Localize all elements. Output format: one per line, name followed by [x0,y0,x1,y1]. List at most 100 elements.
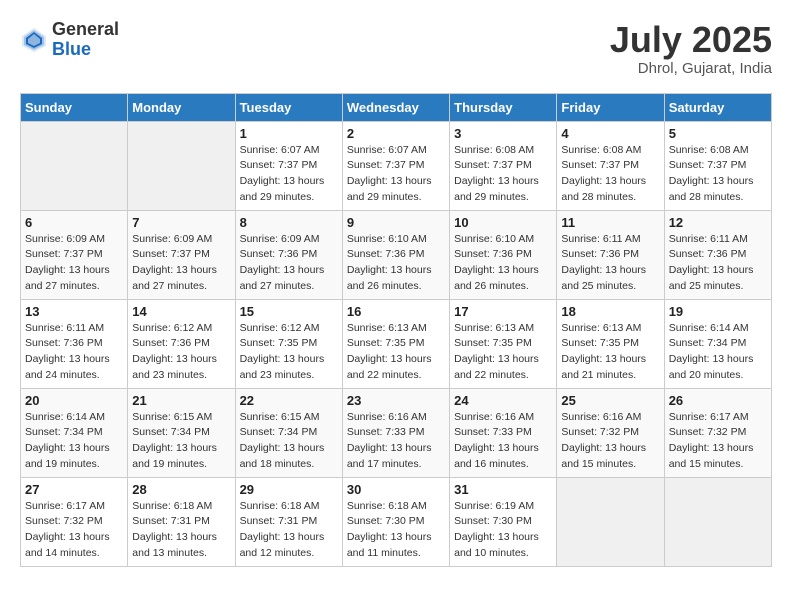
location: Dhrol, Gujarat, India [610,60,772,77]
page-header: General Blue July 2025 Dhrol, Gujarat, I… [20,20,772,77]
day-number: 20 [25,393,123,408]
day-number: 3 [454,126,552,141]
title-area: July 2025 Dhrol, Gujarat, India [610,20,772,77]
calendar-cell [557,477,664,566]
day-number: 13 [25,304,123,319]
calendar-cell: 19Sunrise: 6:14 AMSunset: 7:34 PMDayligh… [664,299,771,388]
day-number: 18 [561,304,659,319]
weekday-header-tuesday: Tuesday [235,93,342,121]
day-number: 4 [561,126,659,141]
day-info: Sunrise: 6:14 AMSunset: 7:34 PMDaylight:… [25,410,123,473]
logo-text-block: General Blue [52,20,119,60]
calendar-cell: 16 Sunrise: 6:13 AMSunset: 7:35 PMDayligh… [342,299,449,388]
day-number: 14 [132,304,230,319]
calendar-week-5: 27 Sunrise: 6:17 AMSunset: 7:32 PMDayligh… [21,477,772,566]
calendar-cell: 13 Sunrise: 6:11 AMSunset: 7:36 PMDayligh… [21,299,128,388]
day-number: 21 [132,393,230,408]
day-number: 27 [25,482,123,497]
day-number: 25 [561,393,659,408]
calendar-cell: 15 Sunrise: 6:12 AMSunset: 7:35 PMDayligh… [235,299,342,388]
day-number: 9 [347,215,445,230]
day-number: 22 [240,393,338,408]
logo-general: General [52,20,119,40]
calendar-cell: 17 Sunrise: 6:13 AMSunset: 7:35 PMDayligh… [450,299,557,388]
calendar-cell: 18Sunrise: 6:13 AMSunset: 7:35 PMDayligh… [557,299,664,388]
calendar-cell: 10 Sunrise: 6:10 AMSunset: 7:36 PMDayligh… [450,210,557,299]
calendar-cell: 4 Sunrise: 6:08 AMSunset: 7:37 PMDaylight… [557,121,664,210]
day-number: 15 [240,304,338,319]
day-number: 24 [454,393,552,408]
day-number: 11 [561,215,659,230]
calendar-cell: 24 Sunrise: 6:16 AMSunset: 7:33 PMDayligh… [450,388,557,477]
day-number: 1 [240,126,338,141]
logo-blue: Blue [52,40,119,60]
day-info: Sunrise: 6:12 AMSunset: 7:35 PMDaylight:… [240,321,338,384]
weekday-header-wednesday: Wednesday [342,93,449,121]
calendar-cell: 6 Sunrise: 6:09 AMSunset: 7:37 PMDaylight… [21,210,128,299]
calendar-cell: 30 Sunrise: 6:18 AMSunset: 7:30 PMDayligh… [342,477,449,566]
day-info: Sunrise: 6:15 AMSunset: 7:34 PMDaylight:… [240,410,338,473]
day-info: Sunrise: 6:12 AMSunset: 7:36 PMDaylight:… [132,321,230,384]
day-number: 19 [669,304,767,319]
day-info: Sunrise: 6:18 AMSunset: 7:31 PMDaylight:… [240,499,338,562]
calendar-cell: 12 Sunrise: 6:11 AMSunset: 7:36 PMDayligh… [664,210,771,299]
day-number: 28 [132,482,230,497]
day-info: Sunrise: 6:16 AMSunset: 7:33 PMDaylight:… [454,410,552,473]
day-info: Sunrise: 6:08 AMSunset: 7:37 PMDaylight:… [669,143,767,206]
day-info: Sunrise: 6:18 AMSunset: 7:30 PMDaylight:… [347,499,445,562]
calendar-cell [664,477,771,566]
day-info: Sunrise: 6:09 AMSunset: 7:37 PMDaylight:… [25,232,123,295]
logo-icon [20,26,48,54]
day-info: Sunrise: 6:10 AMSunset: 7:36 PMDaylight:… [454,232,552,295]
day-info: Sunrise: 6:07 AMSunset: 7:37 PMDaylight:… [240,143,338,206]
day-info: Sunrise: 6:08 AMSunset: 7:37 PMDaylight:… [561,143,659,206]
day-info: Sunrise: 6:09 AMSunset: 7:37 PMDaylight:… [132,232,230,295]
day-number: 17 [454,304,552,319]
calendar-cell: 8 Sunrise: 6:09 AMSunset: 7:36 PMDaylight… [235,210,342,299]
day-number: 5 [669,126,767,141]
calendar-cell: 1 Sunrise: 6:07 AMSunset: 7:37 PMDaylight… [235,121,342,210]
day-number: 2 [347,126,445,141]
weekday-header-sunday: Sunday [21,93,128,121]
day-number: 26 [669,393,767,408]
calendar-cell: 25Sunrise: 6:16 AMSunset: 7:32 PMDayligh… [557,388,664,477]
calendar-cell: 7 Sunrise: 6:09 AMSunset: 7:37 PMDaylight… [128,210,235,299]
calendar-cell: 27 Sunrise: 6:17 AMSunset: 7:32 PMDayligh… [21,477,128,566]
weekday-header-saturday: Saturday [664,93,771,121]
day-number: 12 [669,215,767,230]
day-number: 7 [132,215,230,230]
day-number: 30 [347,482,445,497]
day-info: Sunrise: 6:11 AMSunset: 7:36 PMDaylight:… [25,321,123,384]
calendar-cell [21,121,128,210]
day-number: 6 [25,215,123,230]
day-number: 8 [240,215,338,230]
day-info: Sunrise: 6:17 AMSunset: 7:32 PMDaylight:… [25,499,123,562]
day-info: Sunrise: 6:11 AMSunset: 7:36 PMDaylight:… [669,232,767,295]
weekday-header-thursday: Thursday [450,93,557,121]
calendar-cell: 28 Sunrise: 6:18 AMSunset: 7:31 PMDayligh… [128,477,235,566]
weekday-header-monday: Monday [128,93,235,121]
calendar-cell: 11 Sunrise: 6:11 AMSunset: 7:36 PMDayligh… [557,210,664,299]
day-info: Sunrise: 6:13 AMSunset: 7:35 PMDaylight:… [454,321,552,384]
day-number: 23 [347,393,445,408]
month-title: July 2025 [610,20,772,60]
calendar-cell: 5 Sunrise: 6:08 AMSunset: 7:37 PMDaylight… [664,121,771,210]
day-info: Sunrise: 6:09 AMSunset: 7:36 PMDaylight:… [240,232,338,295]
calendar-week-1: 1 Sunrise: 6:07 AMSunset: 7:37 PMDaylight… [21,121,772,210]
day-info: Sunrise: 6:18 AMSunset: 7:31 PMDaylight:… [132,499,230,562]
calendar-cell: 26Sunrise: 6:17 AMSunset: 7:32 PMDayligh… [664,388,771,477]
day-info: Sunrise: 6:11 AMSunset: 7:36 PMDaylight:… [561,232,659,295]
day-number: 10 [454,215,552,230]
day-info: Sunrise: 6:07 AMSunset: 7:37 PMDaylight:… [347,143,445,206]
calendar-week-3: 13 Sunrise: 6:11 AMSunset: 7:36 PMDayligh… [21,299,772,388]
calendar-cell: 3Sunrise: 6:08 AMSunset: 7:37 PMDaylight… [450,121,557,210]
weekday-header-friday: Friday [557,93,664,121]
day-info: Sunrise: 6:19 AMSunset: 7:30 PMDaylight:… [454,499,552,562]
calendar-cell: 14 Sunrise: 6:12 AMSunset: 7:36 PMDayligh… [128,299,235,388]
weekday-header-row: SundayMondayTuesdayWednesdayThursdayFrid… [21,93,772,121]
day-info: Sunrise: 6:10 AMSunset: 7:36 PMDaylight:… [347,232,445,295]
calendar-cell [128,121,235,210]
day-info: Sunrise: 6:13 AMSunset: 7:35 PMDaylight:… [347,321,445,384]
day-number: 16 [347,304,445,319]
calendar-cell: 31Sunrise: 6:19 AMSunset: 7:30 PMDayligh… [450,477,557,566]
